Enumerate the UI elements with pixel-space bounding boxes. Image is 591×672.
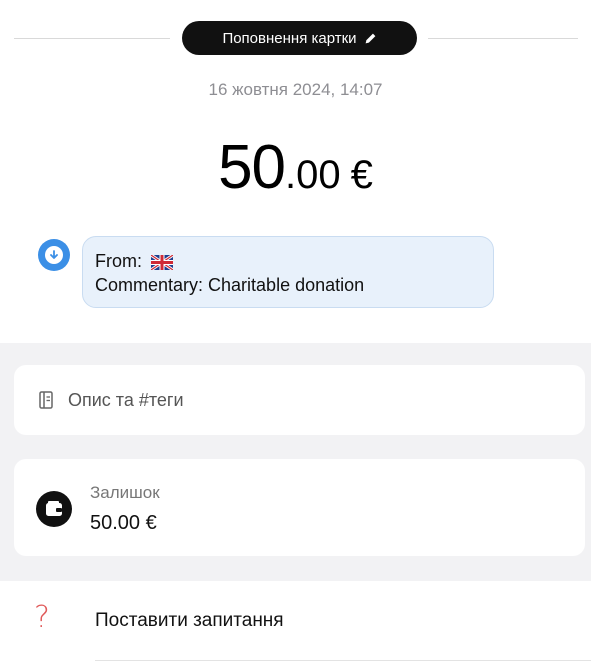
transaction-amount: 50.00 €	[0, 132, 591, 203]
category-pill-button[interactable]: Поповнення картки	[182, 21, 417, 55]
category-label: Поповнення картки	[222, 29, 357, 47]
incoming-arrow-icon	[38, 239, 70, 271]
amount-currency: €	[350, 153, 373, 197]
balance-title: Залишок	[90, 483, 160, 502]
message-bubble: From: Commentary: Charitable donation	[82, 236, 494, 308]
uk-flag-icon	[151, 255, 174, 270]
bottom-divider	[95, 660, 591, 661]
transaction-details-page: Поповнення картки 16 жовтня 2024, 14:07 …	[0, 0, 591, 672]
ask-question-label: Поставити запитання	[95, 610, 284, 631]
ask-question-button[interactable]: ? Поставити запитання	[0, 600, 591, 642]
description-tags-label: Опис та #теги	[68, 389, 184, 410]
amount-integer: 50	[218, 133, 286, 202]
wallet-icon	[36, 491, 72, 527]
message-from-line: From:	[95, 249, 493, 273]
details-section: Опис та #теги Залишок 50.00 €	[0, 343, 591, 581]
balance-card: Залишок 50.00 €	[14, 459, 585, 556]
from-label: From:	[95, 251, 142, 271]
balance-value: 50.00 €	[90, 512, 157, 534]
transaction-datetime: 16 жовтня 2024, 14:07	[208, 80, 383, 99]
divider-right	[428, 38, 578, 39]
pencil-icon	[365, 33, 375, 43]
description-tags-button[interactable]: Опис та #теги	[14, 365, 585, 435]
message-commentary: Commentary: Charitable donation	[95, 275, 365, 295]
notebook-icon	[39, 391, 53, 409]
category-row: Поповнення картки	[0, 21, 591, 55]
amount-decimal: .00	[285, 153, 341, 197]
divider-left	[14, 38, 170, 39]
question-mark-icon: ?	[34, 600, 50, 635]
